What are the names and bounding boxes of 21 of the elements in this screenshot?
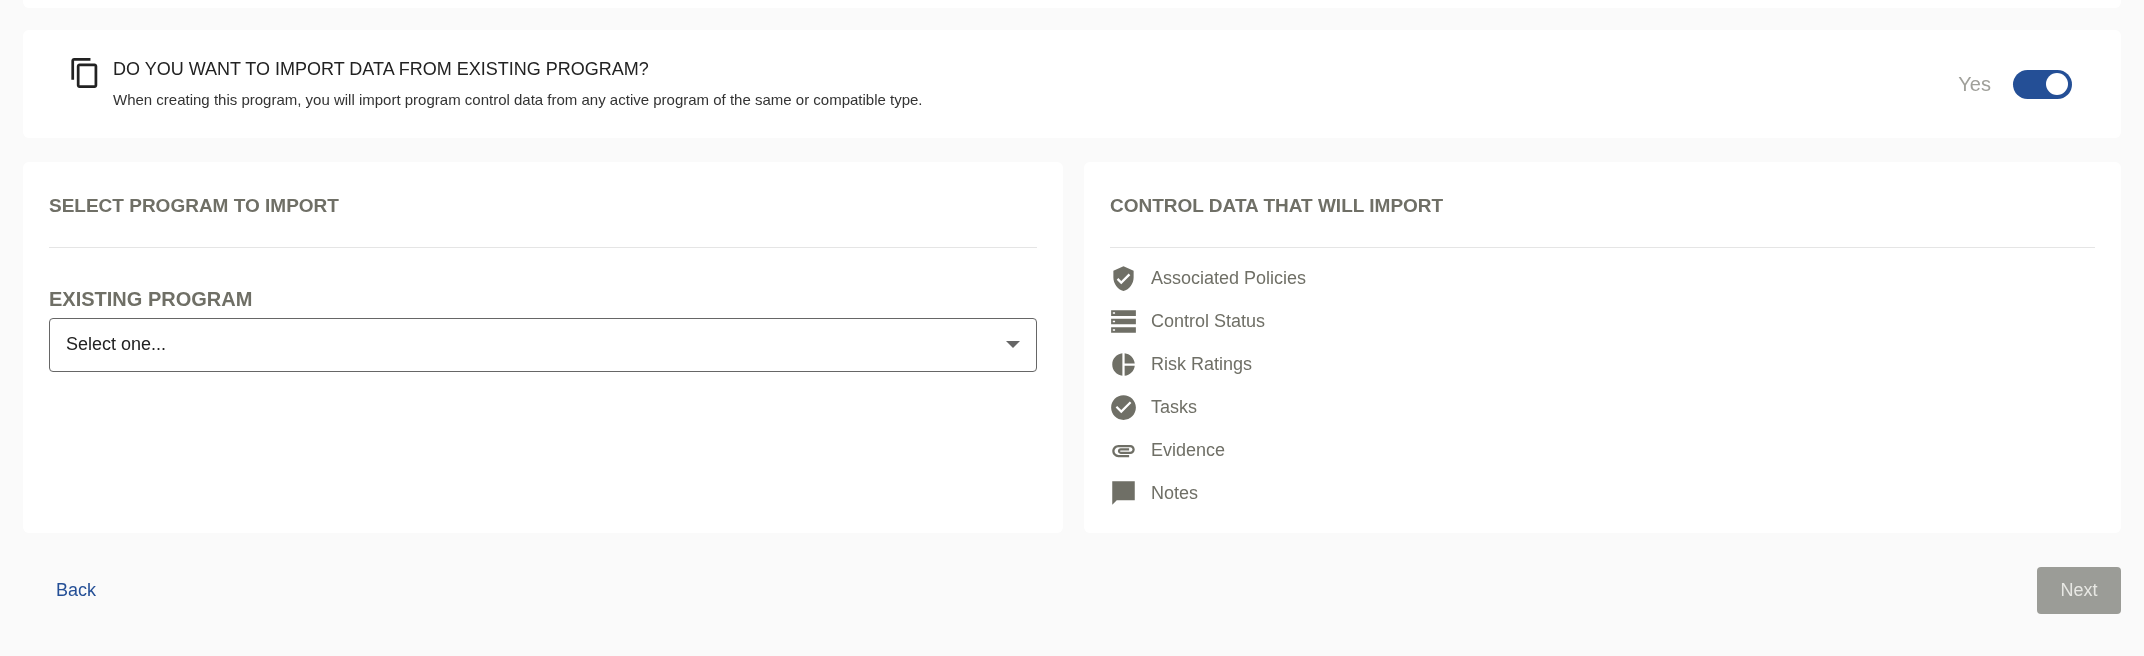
toggle-label: Yes xyxy=(1958,72,1991,97)
list-icon xyxy=(1110,307,1137,335)
caret-icon xyxy=(1006,341,1020,348)
data-item-label: Associated Policies xyxy=(1151,266,1307,290)
prompt-title: DO YOU WANT TO IMPORT DATA FROM EXISTING PROGRAM? xyxy=(113,58,650,82)
shield-check-icon xyxy=(1110,264,1137,292)
data-item-label: Evidence xyxy=(1151,438,1226,462)
data-item-label: Control Status xyxy=(1151,309,1266,333)
panel-title: CONTROL DATA THAT WILL IMPORT xyxy=(1110,192,2095,248)
pie-chart-icon xyxy=(1110,350,1137,378)
data-item-label: Notes xyxy=(1151,481,1199,505)
back-link[interactable]: Back xyxy=(56,577,97,604)
data-item-label: Tasks xyxy=(1151,395,1197,419)
toggle-switch[interactable] xyxy=(2013,69,2072,99)
copy-icon xyxy=(71,58,99,88)
data-item-label: Risk Ratings xyxy=(1151,352,1253,376)
select-dropdown[interactable]: Select one... xyxy=(49,317,1037,372)
speech-bubble-icon xyxy=(1110,479,1137,507)
panel-title: SELECT PROGRAM TO IMPORT xyxy=(49,192,1037,248)
field-label: EXISTING PROGRAM xyxy=(49,286,254,312)
prompt-description: When creating this program, you will import program control data from any active program of the same or compatible type. xyxy=(113,90,924,111)
